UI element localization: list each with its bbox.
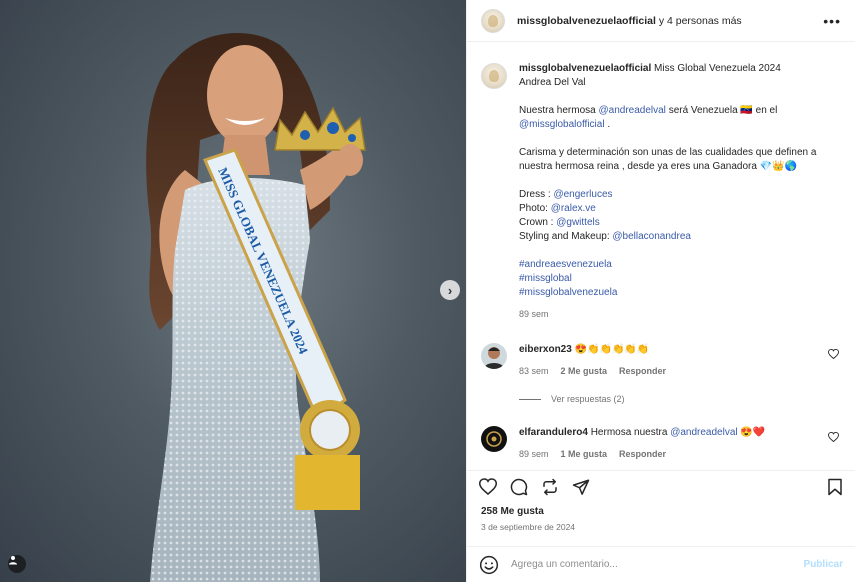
caption-subtitle: Andrea Del Val bbox=[519, 77, 586, 88]
credit-line: Crown : @gwittels bbox=[519, 216, 841, 230]
caption-text: será Venezuela 🇻🇪 en el bbox=[668, 105, 778, 116]
reply-button[interactable]: Responder bbox=[619, 447, 666, 461]
comment-body: elfarandulero4 Hermosa nuestra @andreade… bbox=[519, 426, 819, 461]
comment-meta: 83 sem 2 Me gusta Responder bbox=[519, 364, 819, 378]
caption-paragraph-2: Carisma y determinación son unas de las … bbox=[519, 147, 817, 172]
caption-paragraph-1: Nuestra hermosa @andreadelval será Venez… bbox=[519, 104, 841, 132]
commenter-avatar[interactable] bbox=[481, 426, 507, 452]
commenter-avatar[interactable] bbox=[481, 343, 507, 369]
mention-link[interactable]: @gwittels bbox=[556, 217, 600, 228]
post-date[interactable]: 3 de septiembre de 2024 bbox=[481, 522, 575, 532]
author-avatar[interactable] bbox=[481, 8, 505, 33]
credit-line: Photo: @ralex.ve bbox=[519, 202, 841, 216]
comment-likes-link[interactable]: 1 Me gusta bbox=[561, 447, 608, 461]
comment-likes-link[interactable]: 2 Me gusta bbox=[561, 364, 608, 378]
credit-line: Dress : @engerluces bbox=[519, 188, 841, 202]
comment-timestamp[interactable]: 89 sem bbox=[519, 447, 549, 461]
caption-text: Nuestra hermosa bbox=[519, 105, 596, 116]
more-options-icon[interactable]: ••• bbox=[823, 13, 841, 29]
credit-label: Crown : bbox=[519, 217, 554, 228]
heart-outline-icon[interactable] bbox=[828, 432, 839, 442]
heart-outline-icon[interactable] bbox=[828, 349, 839, 359]
comment-bubble-icon[interactable] bbox=[510, 478, 528, 496]
like-heart-icon[interactable] bbox=[479, 478, 497, 495]
commenter-username[interactable]: elfarandulero4 bbox=[519, 427, 588, 438]
credit-line: Styling and Makeup: @bellaconandrea bbox=[519, 230, 841, 244]
caption-timestamp[interactable]: 89 sem bbox=[519, 307, 841, 321]
caption-body: missglobalvenezuelaofficial Miss Global … bbox=[519, 62, 841, 321]
mention-link[interactable]: @andreadelval bbox=[598, 105, 665, 116]
caption-title: Miss Global Venezuela 2024 bbox=[654, 63, 781, 74]
repost-icon[interactable] bbox=[541, 478, 559, 496]
tagged-people-button[interactable] bbox=[8, 555, 26, 573]
post-actions bbox=[467, 470, 855, 498]
comment-composer: Publicar bbox=[467, 546, 855, 582]
mention-link[interactable]: @andreadelval bbox=[670, 427, 737, 438]
comment-item: eiberxon23 😍👏👏👏👏👏 83 sem 2 Me gusta Resp… bbox=[481, 343, 841, 378]
comment-meta: 89 sem 1 Me gusta Responder bbox=[519, 447, 819, 461]
caption: missglobalvenezuelaofficial Miss Global … bbox=[481, 62, 841, 321]
post-viewer: MISS GLOBAL VENEZUELA 2024 › missglobalv… bbox=[0, 0, 855, 582]
author-line: missglobalvenezuelaofficial y 4 personas… bbox=[517, 15, 742, 27]
photo-illustration: MISS GLOBAL VENEZUELA 2024 bbox=[146, 33, 366, 582]
credit-label: Styling and Makeup: bbox=[519, 231, 610, 242]
post-details-panel: missglobalvenezuelaofficial y 4 personas… bbox=[466, 0, 855, 582]
author-username[interactable]: missglobalvenezuelaofficial bbox=[517, 15, 656, 27]
mention-link[interactable]: @engerluces bbox=[553, 189, 612, 200]
comment-text: 😍❤️ bbox=[740, 427, 766, 438]
credit-label: Dress : bbox=[519, 189, 551, 200]
bookmark-icon[interactable] bbox=[827, 478, 843, 496]
hashtag-link[interactable]: #missglobalvenezuela bbox=[519, 286, 841, 300]
coauthors-link[interactable]: y 4 personas más bbox=[659, 15, 742, 27]
caption-text: . bbox=[607, 119, 611, 130]
post-header: missglobalvenezuelaofficial y 4 personas… bbox=[467, 0, 855, 42]
credit-label: Photo: bbox=[519, 203, 548, 214]
caption-username[interactable]: missglobalvenezuelaofficial bbox=[519, 63, 651, 74]
mention-link[interactable]: @missglobalofficial bbox=[519, 119, 605, 130]
comment-text: Hermosa nuestra bbox=[590, 427, 668, 438]
reply-button[interactable]: Responder bbox=[619, 364, 666, 378]
emoji-icon[interactable] bbox=[479, 555, 499, 575]
post-photo[interactable]: MISS GLOBAL VENEZUELA 2024 › bbox=[0, 0, 466, 582]
mention-link[interactable]: @bellaconandrea bbox=[612, 231, 691, 242]
hashtag-link[interactable]: #missglobal bbox=[519, 272, 841, 286]
carousel-next-button[interactable]: › bbox=[440, 280, 460, 300]
chevron-right-icon: › bbox=[447, 282, 453, 298]
comments-scroll-area[interactable]: missglobalvenezuelaofficial Miss Global … bbox=[467, 42, 855, 462]
share-paper-plane-icon[interactable] bbox=[572, 478, 590, 496]
publish-button[interactable]: Publicar bbox=[804, 559, 843, 570]
hashtag-link[interactable]: #andreaesvenezuela bbox=[519, 258, 841, 272]
mention-link[interactable]: @ralex.ve bbox=[551, 203, 596, 214]
view-replies-button[interactable]: Ver respuestas (2) bbox=[519, 394, 841, 404]
person-tag-icon bbox=[9, 556, 17, 565]
view-replies-label: Ver respuestas (2) bbox=[551, 394, 625, 404]
likes-count[interactable]: 258 Me gusta bbox=[481, 506, 544, 517]
comment-body: eiberxon23 😍👏👏👏👏👏 83 sem 2 Me gusta Resp… bbox=[519, 343, 819, 378]
comment-timestamp[interactable]: 83 sem bbox=[519, 364, 549, 378]
comment-input[interactable] bbox=[511, 559, 796, 570]
caption-avatar[interactable] bbox=[481, 63, 507, 89]
commenter-username[interactable]: eiberxon23 bbox=[519, 344, 572, 355]
comment-text: 😍👏👏👏👏👏 bbox=[574, 344, 650, 355]
comment-item: elfarandulero4 Hermosa nuestra @andreade… bbox=[481, 426, 841, 461]
